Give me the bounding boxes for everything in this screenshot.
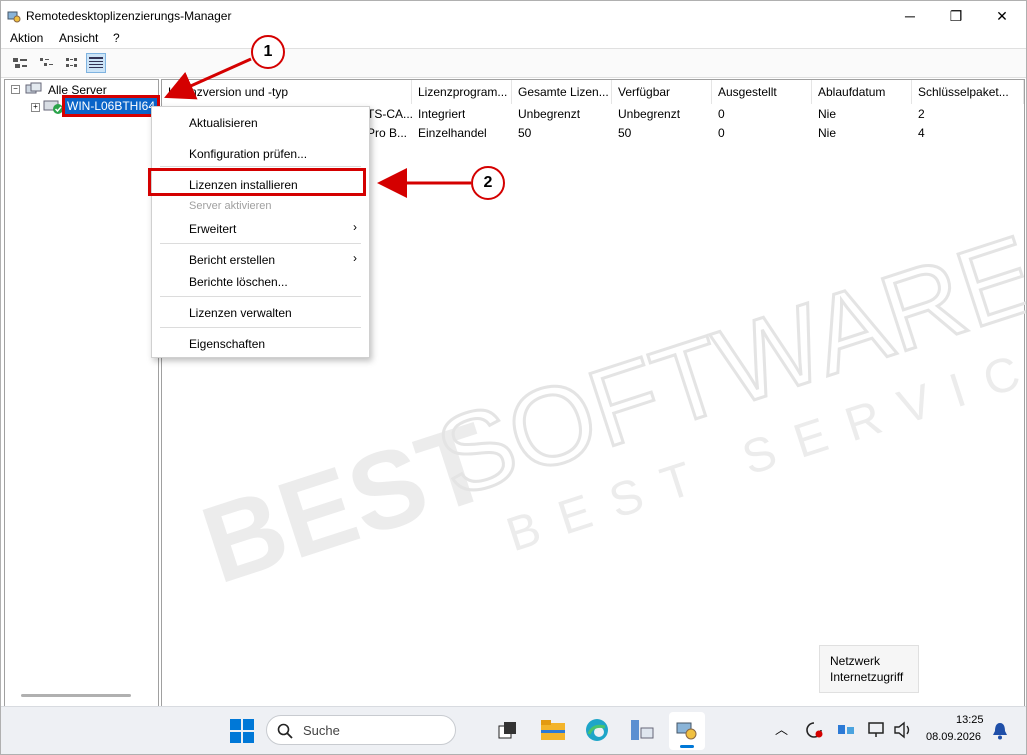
search-placeholder: Suche (303, 723, 340, 738)
arrow-to-server-node (164, 57, 252, 100)
network-icon[interactable] (867, 721, 887, 739)
taskbar-search[interactable]: Suche (266, 715, 456, 745)
active-indicator (680, 745, 694, 748)
volume-icon[interactable] (893, 721, 913, 739)
file-explorer-icon[interactable] (541, 720, 565, 740)
annotation-arrows (164, 57, 471, 198)
clock-time[interactable]: 13:25 (956, 714, 984, 726)
task-view-icon[interactable] (498, 721, 518, 741)
network-tooltip: Netzwerk Internetzugriff (819, 645, 919, 693)
search-icon (277, 723, 293, 739)
notification-bell-icon[interactable] (992, 722, 1008, 740)
tooltip-line-network: Netzwerk (830, 654, 881, 668)
active-app-tile[interactable] (669, 712, 705, 750)
network-status-icon[interactable] (837, 721, 855, 739)
clock-date[interactable]: 08.09.2026 (926, 731, 981, 743)
callout-2: 2 (471, 166, 505, 200)
app-window: Remotedesktoplizenzierungs-Manager ─ ❐ ✕… (0, 0, 1027, 755)
show-hidden-icons-chevron-icon[interactable]: ︿ (775, 719, 788, 738)
windows-start-icon[interactable] (230, 719, 254, 743)
taskbar: Suche ︿ 13:25 08.09.2026 (1, 706, 1026, 754)
edge-browser-icon[interactable] (585, 718, 609, 742)
server-manager-icon[interactable] (629, 718, 655, 742)
license-manager-taskbar-icon (676, 722, 697, 740)
tooltip-line-internet: Internetzugriff (830, 670, 904, 684)
callout-1: 1 (251, 35, 285, 69)
sync-alert-icon[interactable] (805, 721, 823, 739)
